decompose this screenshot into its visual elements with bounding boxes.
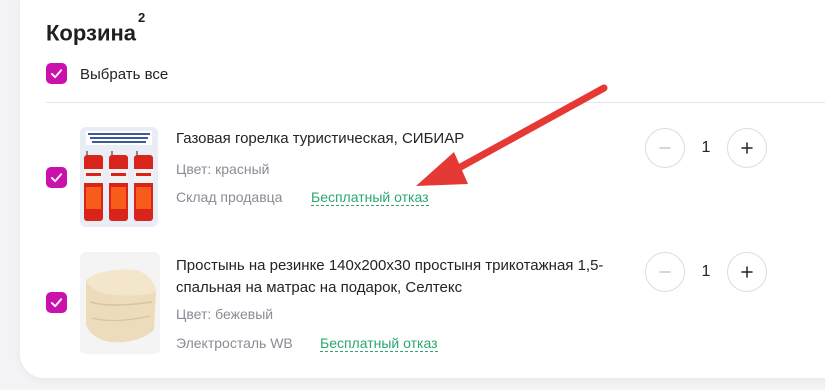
divider [46,102,825,103]
item-warehouse: Электросталь WB [176,335,293,351]
select-all-label: Выбрать все [80,66,169,83]
item-warehouse: Склад продавца [176,189,283,205]
plus-icon [741,266,753,278]
checkmark-icon [50,173,63,183]
item-name[interactable]: Простынь на резинке 140х200х30 простыня … [176,255,603,299]
bed-sheet-image[interactable] [80,252,160,354]
item-color: Цвет: красный [176,161,270,177]
checkmark-icon [50,69,63,79]
item-checkbox[interactable] [46,292,67,313]
minus-icon [659,147,671,149]
free-refusal-link[interactable]: Бесплатный отказ [311,189,429,206]
cart-count-badge: 2 [138,10,146,25]
cart-title-text: Корзина [46,20,136,46]
decrease-quantity-button[interactable] [645,128,685,168]
plus-icon [741,142,753,154]
select-all-checkbox[interactable] [46,63,67,84]
item-name-line: Простынь на резинке 140х200х30 простыня … [176,257,604,274]
item-name-line: спальная на матрас на подарок, Селтекс [176,279,463,296]
gas-canister-pack-image[interactable] [80,127,158,227]
cart-title: Корзина2 [46,10,145,46]
quantity-value: 1 [701,263,711,280]
item-color: Цвет: бежевый [176,306,274,322]
item-name[interactable]: Газовая горелка туристическая, СИБИАР [176,128,464,150]
free-refusal-link[interactable]: Бесплатный отказ [320,335,438,352]
quantity-value: 1 [701,139,711,156]
increase-quantity-button[interactable] [727,252,767,292]
minus-icon [659,271,671,273]
checkmark-icon [50,298,63,308]
increase-quantity-button[interactable] [727,128,767,168]
item-checkbox[interactable] [46,167,67,188]
decrease-quantity-button[interactable] [645,252,685,292]
